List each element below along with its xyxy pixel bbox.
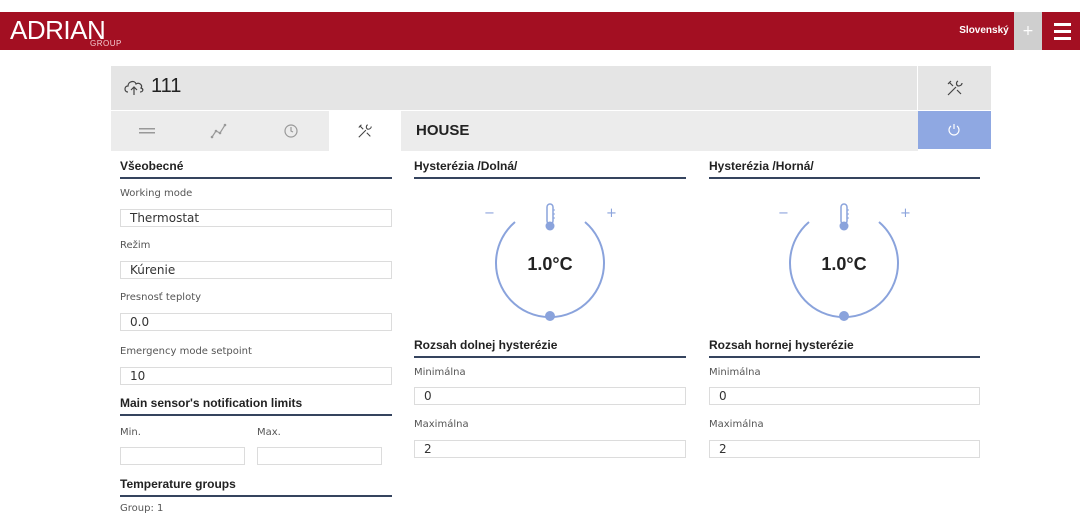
max-limit-label: Max. <box>257 427 281 438</box>
group-label: Group: 1 <box>120 503 164 514</box>
working-mode-label: Working mode <box>120 188 193 199</box>
working-mode-select[interactable]: Thermostat <box>120 209 392 227</box>
emergency-setpoint-input[interactable]: 10 <box>120 367 392 385</box>
regime-select[interactable]: Kúrenie <box>120 261 392 279</box>
tab-schedule[interactable] <box>255 111 327 151</box>
device-header: 111 <box>111 66 917 110</box>
cloud-upload-icon <box>124 80 144 95</box>
general-section-title: Všeobecné <box>120 159 392 179</box>
high-hysteresis-dial[interactable]: − + 1.0°C <box>778 198 934 328</box>
high-min-label: Minimálna <box>709 367 761 378</box>
device-tabs <box>111 111 401 151</box>
low-min-input[interactable]: 0 <box>414 387 686 405</box>
settings-tools-button[interactable] <box>918 66 991 110</box>
low-hysteresis-decrease[interactable]: − <box>484 206 495 221</box>
top-bar: ADRIAN GROUP Slovenský + <box>0 12 1080 50</box>
thermometer-icon <box>545 203 555 231</box>
tools-icon <box>947 80 963 96</box>
graph-icon <box>210 123 227 139</box>
max-limit-input[interactable] <box>257 447 382 465</box>
low-hysteresis-dial[interactable]: − + 1.0°C <box>484 198 640 328</box>
tools-icon <box>358 124 372 138</box>
power-icon <box>948 124 960 136</box>
temperature-groups-title: Temperature groups <box>120 477 392 497</box>
precision-input[interactable]: 0.0 <box>120 313 392 331</box>
high-max-label: Maximálna <box>709 419 764 430</box>
low-hysteresis-title: Hysterézia /Dolná/ <box>414 159 686 179</box>
min-limit-input[interactable] <box>120 447 245 465</box>
low-range-title: Rozsah dolnej hysterézie <box>414 338 686 358</box>
hamburger-menu-icon[interactable] <box>1046 12 1080 50</box>
regime-label: Režim <box>120 240 151 251</box>
high-range-title: Rozsah hornej hysterézie <box>709 338 980 358</box>
high-hysteresis-increase[interactable]: + <box>900 206 911 221</box>
notification-limits-title: Main sensor's notification limits <box>120 396 392 416</box>
tab-overview[interactable] <box>111 111 183 151</box>
low-max-input[interactable]: 2 <box>414 440 686 458</box>
high-max-input[interactable]: 2 <box>709 440 980 458</box>
high-hysteresis-value: 1.0°C <box>821 254 867 274</box>
high-hysteresis-title: Hysterézia /Horná/ <box>709 159 980 179</box>
low-hysteresis-increase[interactable]: + <box>606 206 617 221</box>
device-name: 111 <box>151 75 182 97</box>
list-icon <box>139 128 155 134</box>
emergency-setpoint-label: Emergency mode setpoint <box>120 346 252 357</box>
tab-settings[interactable] <box>329 111 401 151</box>
low-hysteresis-value: 1.0°C <box>527 254 573 274</box>
section-header: HOUSE <box>401 111 918 151</box>
low-min-label: Minimálna <box>414 367 466 378</box>
low-max-label: Maximálna <box>414 419 469 430</box>
brand-logo-sub: GROUP <box>90 39 122 48</box>
power-button[interactable] <box>918 111 991 149</box>
add-button[interactable]: + <box>1014 12 1042 50</box>
high-hysteresis-decrease[interactable]: − <box>778 206 789 221</box>
clock-icon <box>284 124 298 138</box>
precision-label: Presnosť teploty <box>120 292 202 303</box>
min-limit-label: Min. <box>120 427 141 438</box>
tab-graph[interactable] <box>183 111 255 151</box>
thermometer-icon <box>839 203 849 231</box>
section-title: HOUSE <box>416 122 470 139</box>
high-min-input[interactable]: 0 <box>709 387 980 405</box>
language-selector[interactable]: Slovenský <box>955 12 1013 50</box>
